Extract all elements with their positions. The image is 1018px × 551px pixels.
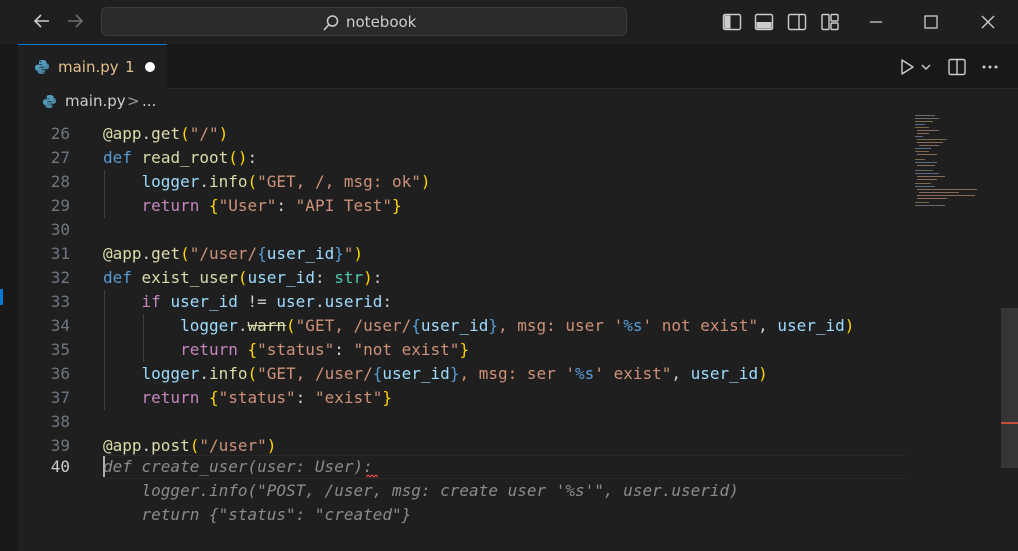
minimap-line (915, 170, 933, 171)
minimap-line (915, 124, 925, 125)
code-line[interactable]: def exist_user(user_id: str): (103, 266, 382, 290)
minimap-line (915, 118, 939, 119)
code-line[interactable]: def read_root(): (103, 146, 257, 170)
active-view-indicator (0, 289, 3, 305)
minimap-line (915, 127, 929, 128)
inline-suggestion-line[interactable]: logger.info("POST, /user, msg: create us… (103, 479, 739, 503)
minimap-line (919, 192, 959, 193)
minimap-line (917, 176, 945, 177)
code-line[interactable]: return {"status": "exist"} (103, 386, 392, 410)
minimap-line (915, 148, 931, 149)
code-line[interactable]: logger.warn("GET, /user/{user_id}, msg: … (103, 314, 854, 338)
close-icon[interactable] (977, 11, 999, 33)
minimap-line (915, 205, 945, 206)
minimap-line (917, 142, 943, 143)
minimap-line (919, 145, 939, 146)
split-editor-icon[interactable] (946, 56, 968, 78)
scrollbar-thumb[interactable] (1001, 308, 1018, 468)
minimap-line (917, 130, 939, 131)
minimap-line (915, 202, 929, 203)
title-bar: notebook (0, 0, 1018, 44)
tab-filename: main.py (58, 58, 119, 76)
line-number: 30 (50, 220, 70, 239)
python-file-icon (42, 94, 57, 109)
minimap-line (915, 162, 937, 163)
maximize-icon[interactable] (920, 11, 942, 33)
minimap-line (915, 183, 931, 184)
minimap-line (915, 186, 935, 187)
toggle-panel-icon[interactable] (754, 12, 774, 32)
line-number: 31 (50, 244, 70, 263)
python-file-icon (34, 59, 50, 75)
minimap-line (915, 121, 933, 122)
code-line[interactable]: return {"User": "API Test"} (103, 194, 402, 218)
code-editor[interactable]: 26 27 28 29 30 31 32 33 34 35 36 37 38 3… (18, 115, 1018, 551)
search-text: notebook (346, 13, 417, 31)
code-line[interactable]: @app.get("/user/{user_id}") (103, 242, 363, 266)
line-number: 33 (50, 292, 70, 311)
line-number: 29 (50, 196, 70, 215)
activity-bar (0, 44, 18, 551)
minimap-line (917, 133, 929, 134)
line-number: 27 (50, 148, 70, 167)
error-squiggle (366, 474, 378, 478)
code-line[interactable]: logger.info("GET, /, msg: ok") (103, 170, 431, 194)
code-line[interactable]: return {"status": "not exist"} (103, 338, 469, 362)
minimap-line (917, 198, 947, 199)
arrow-right-icon[interactable] (64, 10, 86, 32)
minimap-line (915, 136, 923, 137)
text-cursor (103, 456, 105, 477)
line-number: 37 (50, 388, 70, 407)
line-number: 28 (50, 172, 70, 191)
problem-count-badge: 1 (125, 58, 135, 76)
code-line[interactable]: logger.info("GET, /user/{user_id}, msg: … (103, 362, 768, 386)
inline-suggestion-line[interactable]: def create_user(user: User): (103, 455, 373, 479)
line-number: 35 (50, 340, 70, 359)
minimap-line (917, 139, 947, 140)
customize-layout-icon[interactable] (820, 12, 840, 32)
toggle-primary-sidebar-icon[interactable] (722, 12, 742, 32)
breadcrumb: main.py > ... (18, 89, 1018, 115)
minimap-line (917, 189, 977, 190)
breadcrumb-file[interactable]: main.py (65, 92, 126, 110)
breadcrumb-symbols[interactable]: ... (142, 92, 156, 110)
minimap-line (915, 151, 929, 152)
line-number: 26 (50, 124, 70, 143)
breadcrumb-separator: > (127, 92, 140, 110)
inline-suggestion-line[interactable]: return {"status": "created"} (103, 503, 412, 527)
tab-main-py[interactable]: main.py 1 (18, 44, 167, 89)
minimize-icon[interactable] (865, 11, 887, 33)
minimap[interactable] (913, 115, 1006, 551)
more-actions-icon[interactable] (979, 56, 1001, 78)
run-icon[interactable] (896, 56, 918, 78)
toggle-secondary-sidebar-icon[interactable] (787, 12, 807, 32)
line-number-active: 40 (50, 457, 70, 476)
scrollbar-error-marker (1001, 422, 1018, 424)
unsaved-dot-icon[interactable] (145, 62, 155, 72)
line-number: 34 (50, 316, 70, 335)
minimap-line (915, 115, 935, 116)
minimap-line (915, 173, 939, 174)
arrow-left-icon[interactable] (31, 10, 53, 32)
minimap-line (917, 154, 937, 155)
minimap-line (917, 179, 937, 180)
line-number: 36 (50, 364, 70, 383)
command-center-search[interactable]: notebook (101, 7, 627, 36)
minimap-line (917, 195, 975, 196)
code-line[interactable]: if user_id != user.userid: (103, 290, 392, 314)
line-number: 32 (50, 268, 70, 287)
minimap-line (915, 159, 925, 160)
search-icon (322, 14, 340, 32)
minimap-line (917, 165, 935, 166)
run-dropdown-chevron-icon[interactable] (919, 56, 933, 78)
editor-tab-bar: main.py 1 (18, 44, 1018, 89)
line-number: 38 (50, 412, 70, 431)
code-line[interactable]: @app.get("/") (103, 122, 228, 146)
